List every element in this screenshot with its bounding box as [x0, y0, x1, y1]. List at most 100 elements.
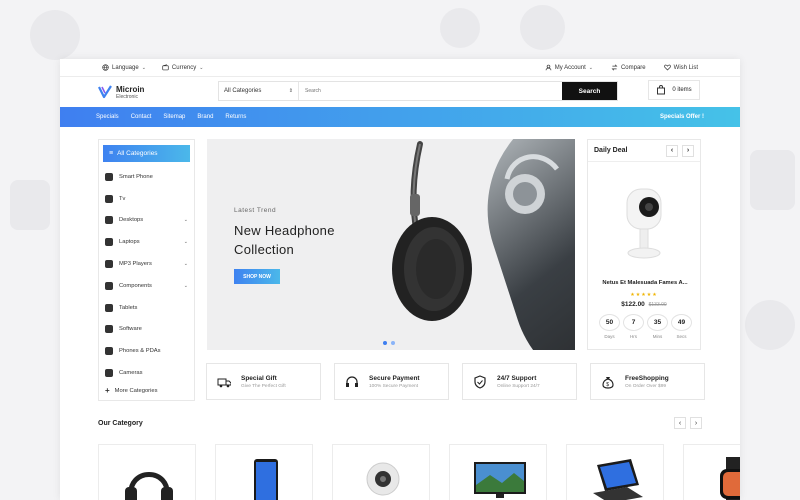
chevron-down-icon: ⌄ [588, 64, 593, 71]
slider-dot[interactable] [391, 341, 395, 345]
language-selector[interactable]: Language ⌄ [102, 64, 146, 71]
nav-link-brand[interactable]: Brand [197, 114, 213, 120]
chevron-down-icon: ⌄ [199, 64, 204, 71]
wish-list-label: Wish List [673, 64, 698, 71]
currency-label: Currency [171, 64, 197, 71]
daily-deal-panel: Daily Deal ‹ › Netus Et Malesuada Fames … [587, 139, 701, 350]
all-categories-header[interactable]: ≡ All Categories [103, 145, 190, 162]
timer-cell-mins: 35 Mins [647, 314, 668, 339]
feature-subtitle: Give The Perfect Gift [241, 383, 286, 389]
sidebar-item-mp3-players[interactable]: MP3 Players ⌄ [99, 253, 194, 275]
category-prev-button[interactable]: ‹ [674, 417, 686, 429]
sidebar-item-components[interactable]: Components ⌄ [99, 275, 194, 297]
category-icon [105, 172, 113, 181]
sidebar-item-tv[interactable]: Tv [99, 188, 194, 210]
background-decoration [440, 8, 480, 48]
sidebar-item-cameras[interactable]: Cameras [99, 362, 194, 384]
feature-title: 24/7 Support [497, 374, 537, 382]
background-decoration [30, 10, 80, 60]
feature-subtitle: On Order Over $99 [625, 383, 667, 389]
category-card[interactable] [449, 444, 547, 500]
deal-next-button[interactable]: › [682, 144, 694, 157]
compare-link[interactable]: Compare [611, 64, 646, 71]
logo-mark-icon [98, 85, 112, 99]
category-sidebar: ≡ All Categories Smart Phone Tv Desktops ⌄ L… [98, 139, 195, 401]
chevron-down-icon[interactable]: ⌄ [184, 239, 188, 245]
category-card[interactable] [566, 444, 664, 500]
category-icon [105, 303, 113, 312]
heart-icon [663, 64, 671, 71]
svg-text:$: $ [606, 382, 609, 388]
feature-text: FreeShopping On Order Over $99 [625, 375, 669, 389]
security-camera-image[interactable] [621, 185, 667, 265]
category-list: Smart Phone Tv Desktops ⌄ Laptops ⌄ MP3 Player… [99, 166, 194, 384]
timer-label: Days [604, 334, 615, 339]
search-category-select[interactable]: All Categories ⇕ [219, 82, 299, 100]
banner-title-line2: Collection [234, 242, 295, 257]
logo[interactable]: Microin Electronic [98, 85, 218, 100]
sidebar-item-label: Tablets [119, 304, 138, 311]
search-button[interactable]: Search [562, 82, 617, 100]
chevron-down-icon[interactable]: ⌄ [184, 217, 188, 223]
category-card[interactable] [215, 444, 313, 500]
deal-prev-button[interactable]: ‹ [666, 144, 678, 157]
cart-count: 0 items [672, 87, 692, 93]
timer-value: 35 [647, 314, 668, 331]
timer-cell-secs: 49 Secs [671, 314, 692, 339]
nav-link-contact[interactable]: Contact [131, 114, 152, 120]
chevron-down-icon[interactable]: ⌄ [184, 261, 188, 267]
specials-offer-link[interactable]: Specials Offer ! [660, 114, 704, 120]
sidebar-item-software[interactable]: Software [99, 319, 194, 341]
cart-icon [657, 85, 666, 95]
search-input[interactable] [299, 82, 562, 100]
nav-link-returns[interactable]: Returns [225, 114, 246, 120]
category-card[interactable] [98, 444, 196, 500]
category-card[interactable] [683, 444, 740, 500]
updown-arrows-icon: ⇕ [288, 88, 293, 94]
globe-icon [102, 64, 109, 71]
timer-value: 7 [623, 314, 644, 331]
category-next-button[interactable]: › [690, 417, 702, 429]
nav-link-sitemap[interactable]: Sitemap [163, 114, 185, 120]
feature-title: FreeShopping [625, 374, 669, 382]
timer-cell-hrs: 7 Hrs [623, 314, 644, 339]
timer-cell-days: 50 Days [599, 314, 620, 339]
shield-icon [474, 374, 486, 389]
banner-title: New Headphone Collection [234, 221, 335, 259]
timer-label: Mins [652, 334, 663, 339]
timer-label: Hrs [630, 334, 637, 339]
feature-title: Special Gift [241, 374, 277, 382]
our-category-header: Our Category ‹ › [98, 415, 702, 431]
sidebar-item-phones-pdas[interactable]: Phones & PDAs [99, 340, 194, 362]
compare-label: Compare [620, 64, 646, 71]
currency-selector[interactable]: Currency ⌄ [162, 64, 204, 71]
sidebar-item-desktops[interactable]: Desktops ⌄ [99, 210, 194, 232]
shop-now-button[interactable]: SHOP NOW [234, 269, 280, 284]
deal-current-price: $122.00 [621, 301, 645, 308]
nav-link-specials[interactable]: Specials [96, 114, 119, 120]
feature-text: Special Gift Give The Perfect Gift [241, 375, 286, 389]
hero-banner[interactable]: Latest Trend New Headphone Collection SH… [207, 139, 575, 350]
cart-button[interactable]: 0 items [648, 80, 700, 100]
my-account-menu[interactable]: My Account ⌄ [545, 64, 593, 71]
deal-product-name[interactable]: Netus Et Malesuada Fames A... [592, 280, 698, 286]
more-categories-label: More Categories [114, 387, 158, 394]
daily-deal-title: Daily Deal [594, 147, 628, 154]
model-headphone-icon [504, 154, 559, 214]
category-card[interactable] [332, 444, 430, 500]
deal-price: $122.00 $133.00 [588, 301, 700, 308]
daily-deal-header: Daily Deal ‹ › [588, 140, 700, 162]
sidebar-item-label: Cameras [119, 370, 143, 377]
sidebar-item-smart-phone[interactable]: Smart Phone [99, 166, 194, 188]
sidebar-item-tablets[interactable]: Tablets [99, 297, 194, 319]
sidebar-item-label: Software [119, 326, 142, 333]
chevron-down-icon[interactable]: ⌄ [184, 283, 188, 289]
sidebar-item-laptops[interactable]: Laptops ⌄ [99, 231, 194, 253]
slider-dot[interactable] [383, 341, 387, 345]
store-page: Language ⌄ Currency ⌄ My Account ⌄ Compa… [60, 59, 740, 500]
my-account-label: My Account [554, 64, 586, 71]
background-decoration [10, 180, 50, 230]
more-categories-link[interactable]: + More Categories [99, 384, 194, 398]
user-icon [545, 64, 552, 71]
wish-list-link[interactable]: Wish List [663, 64, 698, 71]
